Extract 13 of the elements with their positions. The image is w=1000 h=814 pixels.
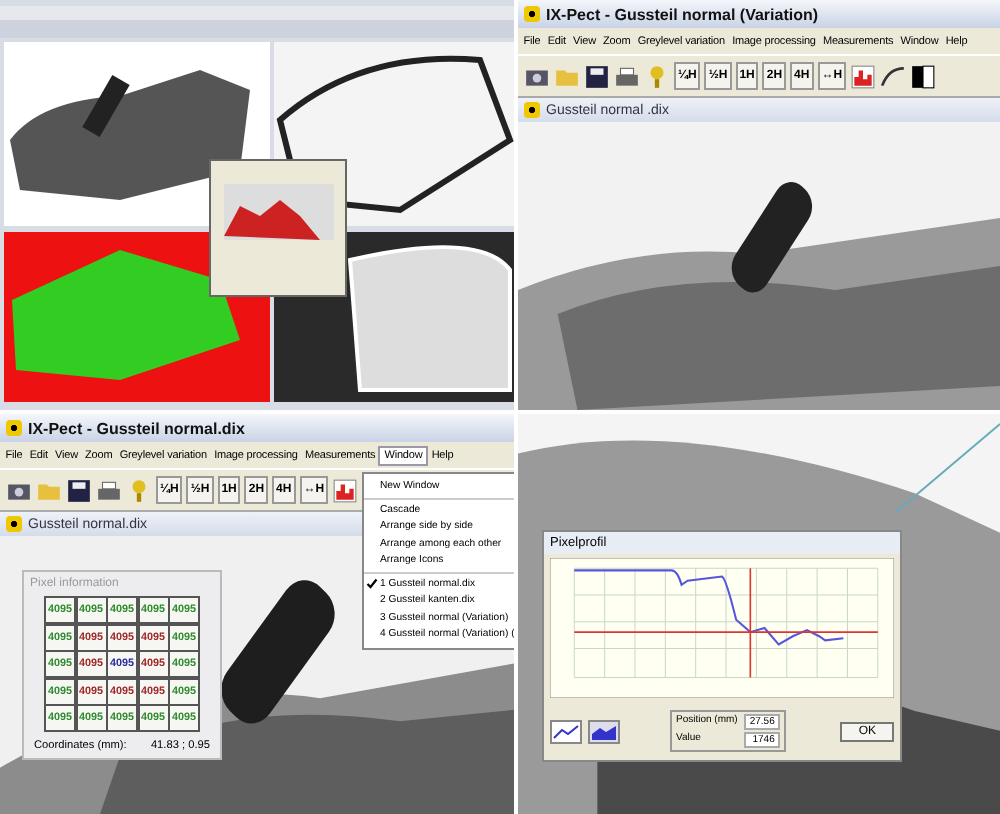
contrast-icon[interactable] xyxy=(910,63,937,89)
histogram-icon[interactable] xyxy=(332,477,359,503)
print-icon[interactable] xyxy=(614,63,640,89)
area-chart-icon[interactable] xyxy=(588,719,620,743)
histogram-icon[interactable] xyxy=(850,63,877,89)
save-icon[interactable] xyxy=(584,63,610,89)
window-title: IX-Pect - Gussteil normal (Variation) xyxy=(518,0,1000,28)
line-chart-icon[interactable] xyxy=(550,719,582,743)
print-icon[interactable] xyxy=(96,477,122,503)
window-title: IX-Pect - Gussteil normal.dix xyxy=(0,414,514,442)
checkmark-icon xyxy=(366,577,378,590)
curve-icon[interactable] xyxy=(880,63,907,89)
save-icon[interactable] xyxy=(66,477,92,503)
